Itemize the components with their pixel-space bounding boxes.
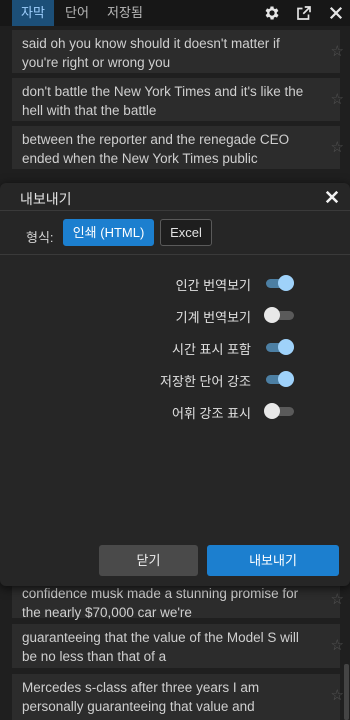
option-human-translation: 인간 번역보기: [0, 273, 350, 293]
export-button[interactable]: 내보내기: [207, 545, 339, 576]
option-label: 저장한 단어 강조: [160, 374, 251, 389]
option-label: 인간 번역보기: [175, 278, 251, 293]
star-icon[interactable]: ☆: [331, 42, 344, 60]
star-icon[interactable]: ☆: [331, 590, 344, 608]
subtitle-text: between the reporter and the renegade CE…: [22, 132, 290, 166]
divider: [0, 210, 350, 211]
subtitle-row[interactable]: guaranteeing that the value of the Model…: [12, 624, 344, 668]
share-export-icon[interactable]: [295, 4, 313, 22]
option-label: 시간 표시 포함: [172, 342, 251, 357]
subtitle-row[interactable]: Mercedes s-class after three years I am …: [12, 674, 344, 720]
tab-saved[interactable]: 저장됨: [100, 0, 150, 26]
divider: [0, 254, 350, 255]
tab-words[interactable]: 단어: [58, 0, 96, 26]
subtitle-text: don't battle the New York Times and it's…: [22, 84, 304, 118]
tab-subtitles[interactable]: 자막: [12, 0, 54, 26]
subtitle-text: guaranteeing that the value of the Model…: [22, 630, 299, 664]
human-translation-toggle[interactable]: [264, 275, 294, 291]
subtitle-row[interactable]: don't battle the New York Times and it's…: [12, 78, 344, 121]
star-icon[interactable]: ☆: [331, 636, 344, 654]
subtitle-text: Mercedes s-class after three years I am …: [22, 680, 260, 714]
timestamps-toggle[interactable]: [264, 339, 294, 355]
machine-translation-toggle[interactable]: [264, 307, 294, 323]
close-icon[interactable]: [327, 4, 345, 22]
option-include-timestamps: 시간 표시 포함: [0, 337, 350, 357]
option-highlight-saved-words: 저장한 단어 강조: [0, 369, 350, 389]
star-icon[interactable]: ☆: [331, 138, 344, 156]
vocabulary-toggle[interactable]: [264, 403, 294, 419]
top-tab-bar: 자막 단어 저장됨: [0, 0, 350, 26]
close-button[interactable]: 닫기: [99, 545, 198, 576]
export-dialog: 내보내기 형식: 인쇄 (HTML) Excel 인간 번역보기 기계 번역보기…: [0, 183, 350, 586]
star-icon[interactable]: ☆: [331, 686, 344, 704]
format-label: 형식:: [26, 230, 54, 245]
gear-icon[interactable]: [263, 4, 281, 22]
subtitle-text: confidence musk made a stunning promise …: [22, 586, 299, 620]
close-icon[interactable]: [323, 188, 341, 206]
subtitle-row[interactable]: said oh you know should it doesn't matte…: [12, 30, 344, 73]
dialog-title: 내보내기: [20, 191, 72, 207]
option-label: 기계 번역보기: [175, 310, 251, 325]
saved-words-toggle[interactable]: [264, 371, 294, 387]
subtitle-row[interactable]: between the reporter and the renegade CE…: [12, 126, 344, 169]
format-html-button[interactable]: 인쇄 (HTML): [63, 219, 154, 246]
option-highlight-vocabulary: 어휘 강조 표시: [0, 401, 350, 421]
star-icon[interactable]: ☆: [331, 90, 344, 108]
format-excel-button[interactable]: Excel: [160, 219, 212, 246]
option-machine-translation: 기계 번역보기: [0, 305, 350, 325]
scrollbar-thumb[interactable]: [344, 664, 349, 720]
subtitle-text: said oh you know should it doesn't matte…: [22, 36, 280, 70]
option-label: 어휘 강조 표시: [172, 406, 251, 421]
